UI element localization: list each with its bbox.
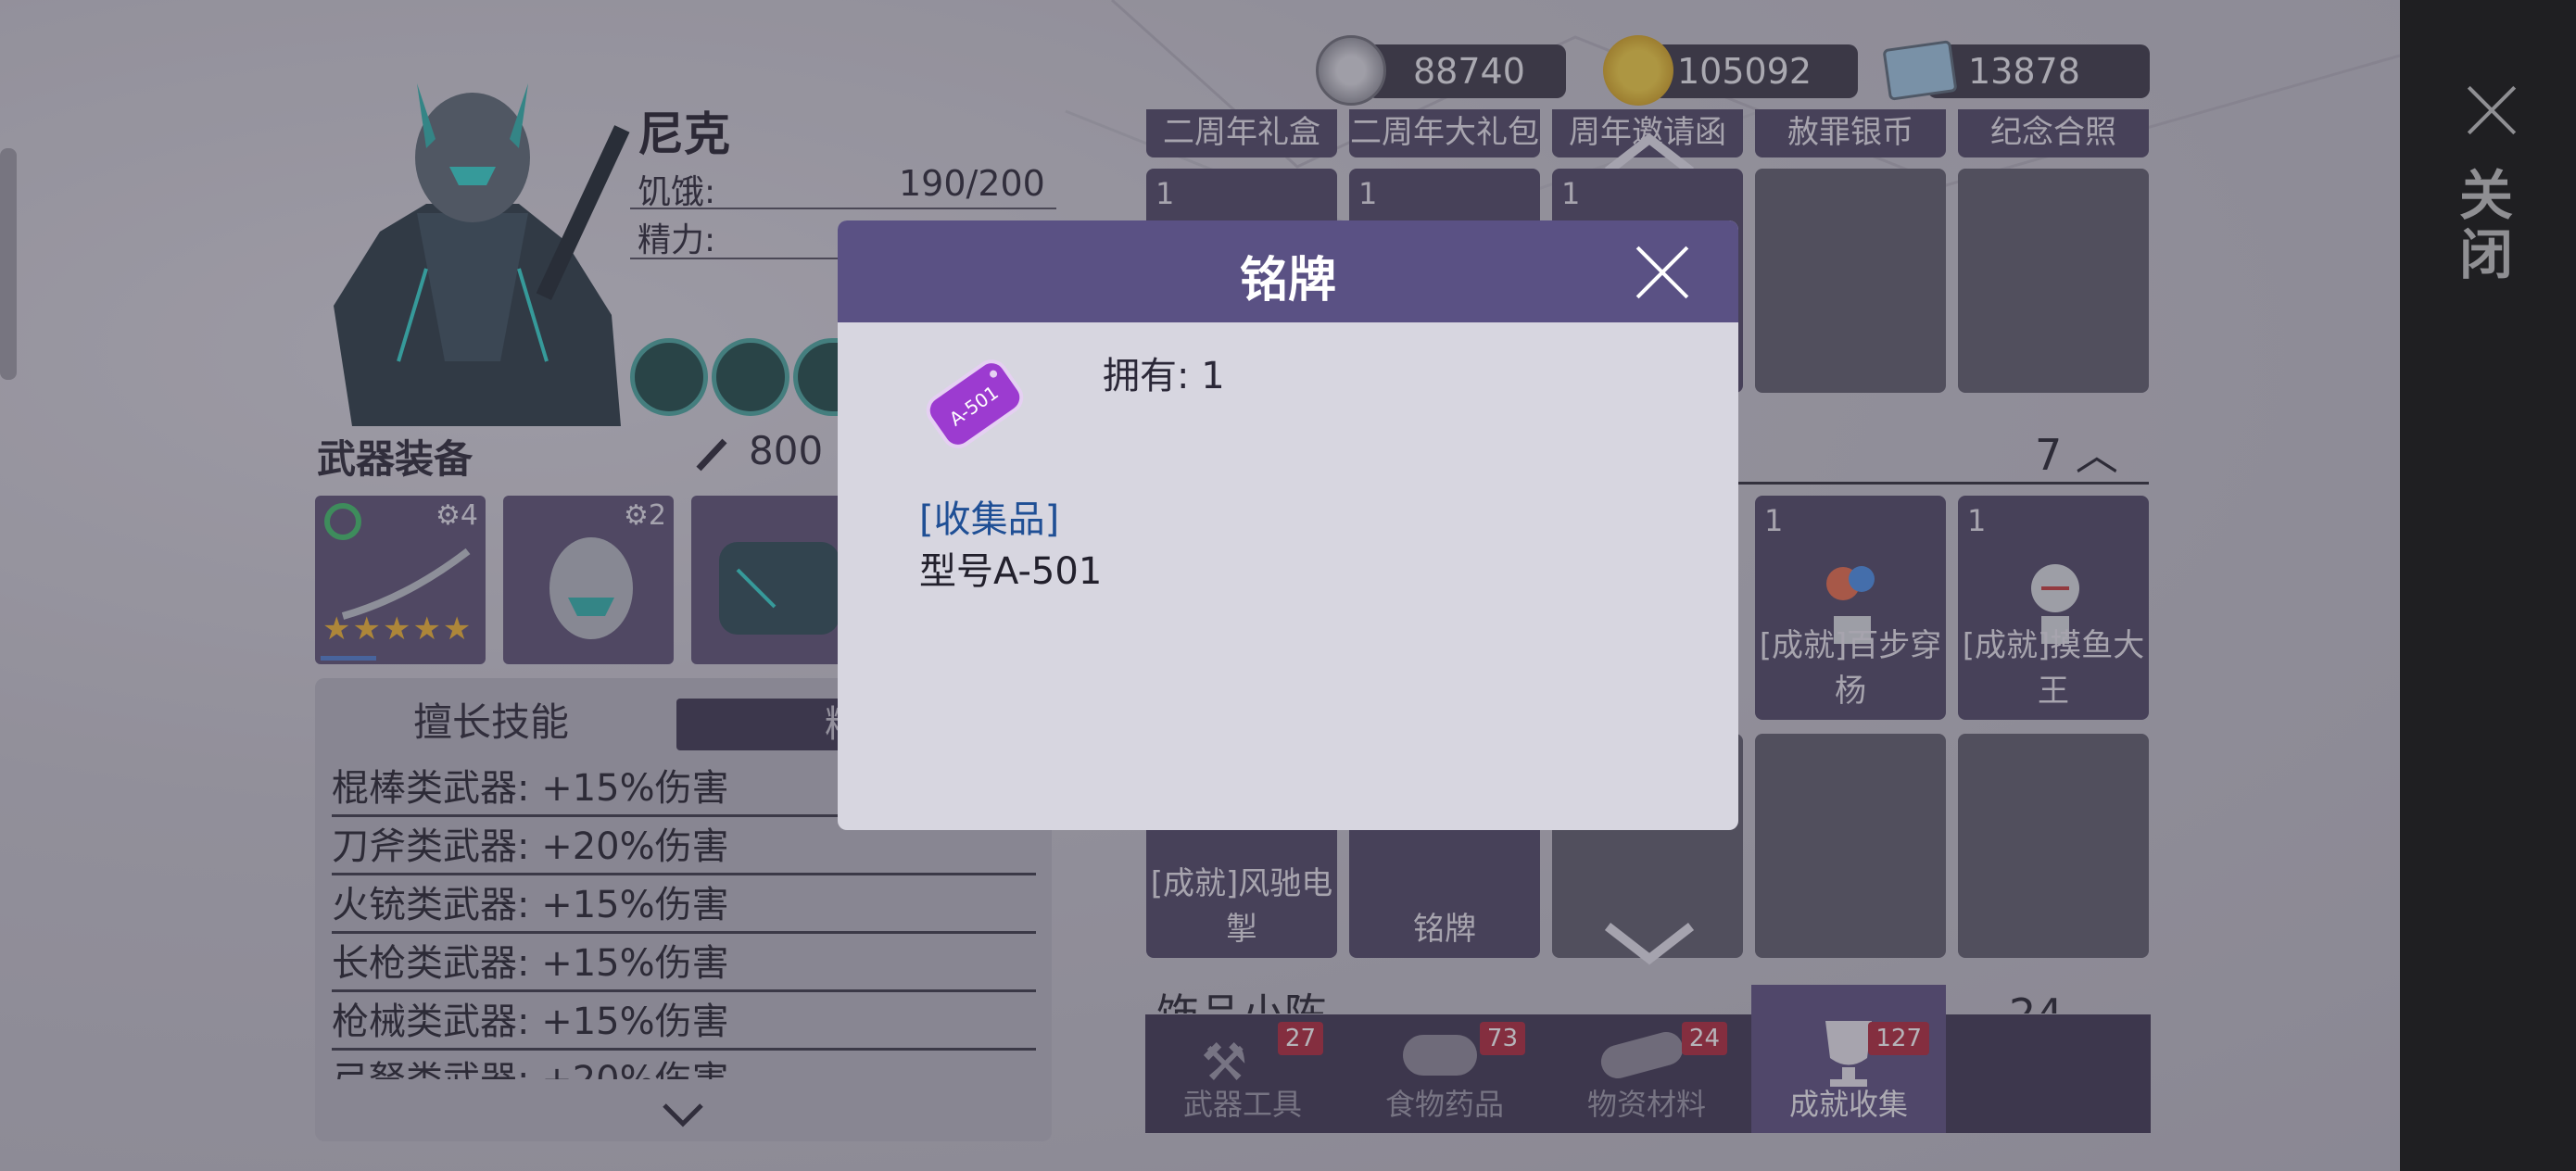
close-label[interactable]: 关闭: [2450, 167, 2520, 285]
owned-count: 拥有: 1: [1103, 355, 1225, 397]
close-icon[interactable]: [2465, 83, 2519, 137]
item-detail-dialog: 铭牌 A-501 拥有: 1 [收集品] 型号A-501: [838, 220, 1738, 830]
dialog-title: 铭牌: [1239, 253, 1336, 308]
dialog-header: 铭牌: [838, 220, 1738, 322]
nameplate-icon: A-501: [926, 359, 1024, 448]
item-description: 型号A-501: [919, 550, 1103, 593]
close-icon[interactable]: [1635, 245, 1690, 300]
item-type: [收集品]: [919, 498, 1060, 541]
